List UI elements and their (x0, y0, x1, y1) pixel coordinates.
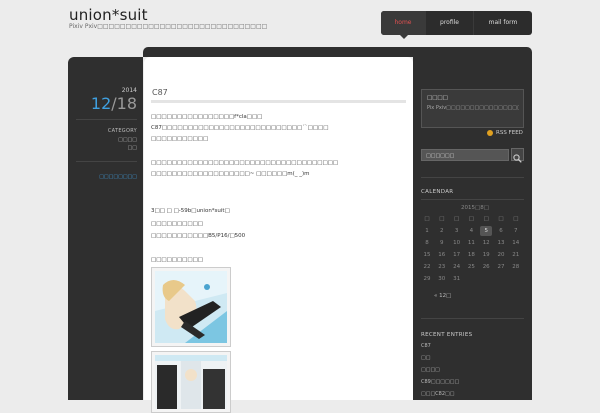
recent-entry-link[interactable]: C87 (421, 343, 431, 349)
post-content: C87 □□□□□□□□□□□□□□□□f*cla□□□ C87□□□□□□□□… (144, 57, 413, 413)
search-button[interactable] (511, 148, 524, 163)
calendar-day[interactable]: 2 (436, 226, 448, 236)
calendar-day[interactable]: 6 (495, 226, 507, 236)
divider (76, 119, 137, 120)
calendar-day[interactable]: 20 (495, 250, 507, 260)
calendar-caption: 2015□8□ (461, 205, 489, 211)
calendar-heading: CALENDAR (421, 189, 454, 195)
post-month: 12 (90, 94, 112, 113)
about-box: □□□□ Pix Pxiv□□□□□□□□□□□□□□□□□□□□□□□□□□□… (421, 89, 524, 128)
divider (76, 161, 137, 162)
post-year: 2014 (121, 87, 137, 94)
calendar-weekday: □ (439, 216, 445, 222)
calendar-day[interactable]: 30 (436, 274, 448, 284)
calendar-day[interactable]: 4 (465, 226, 477, 236)
calendar-weekday: □ (453, 216, 460, 222)
calendar-day[interactable]: 1 (421, 226, 433, 236)
nav-mail-form[interactable]: mail form (474, 11, 532, 35)
divider (421, 177, 524, 178)
calendar-day[interactable]: 8 (421, 238, 433, 248)
calendar-day[interactable]: 31 (451, 274, 463, 284)
category-link[interactable]: □□ (128, 145, 137, 151)
calendar-day[interactable]: 29 (421, 274, 433, 284)
recent-entry-link[interactable]: C89□□□□□□ (421, 379, 459, 385)
calendar-weekday: □ (483, 216, 489, 222)
nav-profile[interactable]: profile (426, 11, 474, 35)
post-meta-panel: 2014 12/18 CATEGORY □□□□ □□ □□□□□□□□ (68, 57, 143, 400)
recent-entry-link[interactable]: □□ (421, 355, 430, 361)
recent-entries-heading: RECENT ENTRIES (421, 332, 473, 338)
main-nav: home profile mail form (381, 11, 532, 39)
post-title[interactable]: C87 (152, 88, 168, 97)
calendar-day[interactable]: 10 (451, 238, 463, 248)
rss-feed-link[interactable]: RSS FEED (487, 130, 523, 136)
recent-entry-link[interactable]: □□□□ (421, 367, 440, 373)
calendar-day[interactable]: 18 (465, 250, 477, 260)
sample-image-thumbnail[interactable] (151, 351, 231, 413)
calendar-day[interactable]: 3 (451, 226, 463, 236)
search-input[interactable]: □□□□□□ (421, 149, 509, 161)
calendar-day[interactable]: 7 (510, 226, 522, 236)
calendar-day[interactable]: 14 (510, 238, 522, 248)
post-text-line: 3□□ □ □-59b□union*suit□ (151, 208, 230, 214)
calendar-day[interactable]: 22 (421, 262, 433, 272)
post-text-line: □□□□□□□□□□ (151, 221, 203, 227)
calendar-day[interactable]: 23 (436, 262, 448, 272)
calendar-day[interactable]: 16 (436, 250, 448, 260)
calendar-day[interactable]: 25 (465, 262, 477, 272)
title-underline (151, 100, 406, 103)
category-heading: CATEGORY (107, 128, 137, 134)
cover-image-thumbnail[interactable] (151, 267, 231, 347)
post-text-line: □□□□□□□□□□□□□□□□□□□□□□□□□□□□□□□□□□□□ (151, 160, 339, 166)
rss-label: RSS FEED (496, 130, 523, 136)
about-title: □□□□ (427, 95, 448, 101)
calendar-day[interactable]: 21 (510, 250, 522, 260)
calendar-day[interactable]: 26 (480, 262, 492, 272)
calendar-day[interactable]: 28 (510, 262, 522, 272)
divider (421, 318, 524, 319)
calendar-day[interactable]: 5 (480, 226, 493, 236)
calendar-day[interactable]: 24 (451, 262, 463, 272)
calendar-weekday: □ (498, 216, 504, 222)
calendar-weekday: □ (468, 216, 474, 222)
post-day: /18 (111, 94, 137, 113)
calendar-day[interactable]: 19 (480, 250, 492, 260)
post-date: 12/18 (91, 94, 137, 113)
post-text-line: C87□□□□□□□□□□□□□□□□□□□□□□□□□□□´`□□□□ (151, 125, 329, 131)
site-description: Pixiv Pxiv□□□□□□□□□□□□□□□□□□□□□□□□□□□□□□ (69, 23, 268, 30)
post-text-line: □□□□□□□□□□□□□□□□□□□~ □□□□□□m(_ _)m (151, 171, 310, 177)
calendar-day[interactable]: 13 (495, 238, 507, 248)
content-top-bar (143, 47, 532, 57)
calendar-day[interactable]: 11 (465, 238, 477, 248)
search-icon (513, 154, 522, 163)
recent-entry-link[interactable]: □□□C82□□ (421, 391, 454, 397)
rss-icon (487, 130, 493, 136)
calendar-day[interactable]: 27 (495, 262, 507, 272)
post-text-line: □□□□□□□□□□ (151, 257, 203, 263)
calendar-prev-link[interactable]: « 12□ (434, 293, 451, 299)
calendar-day[interactable]: 17 (451, 250, 463, 260)
post-text-line: □□□□□□□□□□□ (151, 136, 209, 142)
calendar-weekday: □ (513, 216, 519, 222)
calendar-day[interactable]: 9 (436, 238, 448, 248)
calendar-weekday: □ (424, 216, 430, 222)
divider (421, 199, 524, 200)
post-text-line: □□□□□□□□□□□B5/P16/□500 (151, 233, 246, 239)
site-title[interactable]: union*suit (69, 6, 148, 24)
post-text-line: □□□□□□□□□□□□□□□□f*cla□□□ (151, 114, 263, 120)
calendar-day[interactable]: 15 (421, 250, 433, 260)
about-text: Pix Pxiv□□□□□□□□□□□□□□□□□□□□□□□□□□□□□□□ (427, 105, 519, 111)
post-permalink[interactable]: □□□□□□□□ (99, 174, 137, 180)
calendar-day[interactable]: 12 (480, 238, 492, 248)
category-link[interactable]: □□□□ (118, 137, 137, 143)
nav-home[interactable]: home (381, 11, 426, 39)
